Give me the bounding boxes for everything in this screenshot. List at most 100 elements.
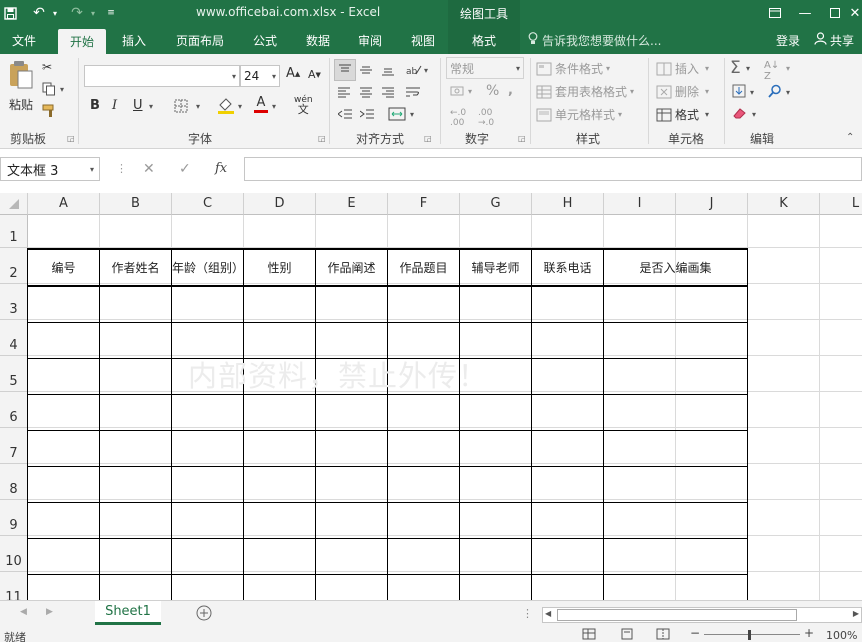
minimize-icon[interactable]: — — [790, 0, 820, 26]
table-cell[interactable] — [387, 537, 460, 575]
table-header-cell[interactable]: 编号 — [27, 248, 100, 287]
alignment-launcher-icon[interactable]: ◲ — [424, 134, 432, 143]
redo-icon[interactable]: ↷ — [66, 0, 88, 26]
table-cell[interactable] — [459, 393, 532, 431]
row-header[interactable]: 6 — [0, 392, 28, 428]
table-cell[interactable] — [27, 573, 100, 600]
merge-dropdown-icon[interactable]: ▾ — [410, 110, 414, 119]
table-cell[interactable] — [99, 321, 172, 359]
table-cell[interactable] — [603, 429, 748, 467]
merge-center-icon[interactable] — [388, 107, 406, 121]
column-header[interactable]: A — [28, 193, 100, 215]
table-cell[interactable] — [531, 537, 604, 575]
fill-color-icon[interactable] — [217, 97, 235, 114]
table-cell[interactable] — [27, 321, 100, 359]
split-handle-icon[interactable]: ⋮ — [522, 607, 533, 620]
row-header[interactable]: 7 — [0, 428, 28, 464]
increase-decimal-icon[interactable]: ←.0.00 — [450, 108, 466, 128]
row-header[interactable]: 3 — [0, 284, 28, 320]
font-name-select[interactable]: ▾ — [84, 65, 240, 87]
row-header[interactable]: 1 — [0, 215, 28, 248]
column-header[interactable]: E — [316, 193, 388, 215]
table-header-cell[interactable]: 年龄（组别） — [171, 248, 244, 287]
zoom-slider[interactable] — [704, 634, 800, 635]
number-launcher-icon[interactable]: ◲ — [518, 134, 526, 143]
table-cell[interactable] — [603, 465, 748, 503]
page-break-view-icon[interactable] — [656, 628, 670, 642]
tab-file[interactable]: 文件 — [4, 26, 44, 54]
tab-view[interactable]: 视图 — [403, 26, 443, 54]
currency-icon[interactable] — [450, 84, 466, 98]
table-cell[interactable] — [243, 501, 316, 539]
table-cell[interactable] — [459, 465, 532, 503]
table-cell[interactable] — [27, 393, 100, 431]
enter-icon[interactable]: ✓ — [179, 161, 191, 177]
column-header[interactable]: K — [748, 193, 820, 215]
increase-indent-icon[interactable] — [360, 108, 374, 120]
format-as-table-button[interactable]: 套用表格格式 ▾ — [536, 83, 634, 100]
table-cell[interactable] — [99, 285, 172, 323]
table-cell[interactable] — [99, 465, 172, 503]
table-cell[interactable] — [171, 393, 244, 431]
table-header-cell[interactable]: 性别 — [243, 248, 316, 287]
borders-icon[interactable] — [174, 99, 188, 113]
table-cell[interactable] — [459, 537, 532, 575]
align-bottom-icon[interactable] — [382, 64, 394, 76]
copy-icon[interactable] — [42, 82, 56, 96]
table-cell[interactable] — [171, 429, 244, 467]
customize-toolbar-icon[interactable]: ≡ — [104, 0, 118, 26]
table-cell[interactable] — [99, 393, 172, 431]
table-cell[interactable] — [603, 357, 748, 395]
underline-button[interactable]: U — [133, 98, 143, 113]
row-header[interactable]: 2 — [0, 248, 28, 284]
table-header-cell[interactable]: 辅导老师 — [459, 248, 532, 287]
currency-dropdown-icon[interactable]: ▾ — [468, 87, 472, 96]
undo-dropdown-icon[interactable]: ▾ — [50, 0, 60, 26]
row-header[interactable]: 11 — [0, 572, 28, 600]
tab-format[interactable]: 格式 — [448, 26, 520, 54]
font-size-select[interactable]: 24 ▾ — [240, 65, 280, 87]
zoom-in-icon[interactable]: + — [804, 626, 814, 640]
table-header-cell[interactable]: 联系电话 — [531, 248, 604, 287]
cut-icon[interactable]: ✂ — [42, 60, 52, 74]
table-cell[interactable] — [387, 429, 460, 467]
horizontal-scrollbar[interactable]: ◀ ▶ — [542, 607, 862, 623]
table-cell[interactable] — [387, 573, 460, 600]
table-cell[interactable] — [531, 573, 604, 600]
decrease-indent-icon[interactable] — [338, 108, 352, 120]
table-header-cell[interactable]: 作品题目 — [387, 248, 460, 287]
align-middle-icon[interactable] — [360, 64, 372, 76]
table-header-cell[interactable]: 作品阐述 — [315, 248, 388, 287]
table-cell[interactable] — [99, 357, 172, 395]
table-cell[interactable] — [531, 357, 604, 395]
table-cell[interactable] — [531, 285, 604, 323]
column-header[interactable]: B — [100, 193, 172, 215]
table-cell[interactable] — [531, 429, 604, 467]
table-cell[interactable] — [243, 285, 316, 323]
table-cell[interactable] — [99, 429, 172, 467]
scroll-left-icon[interactable]: ◀ — [545, 609, 551, 618]
table-cell[interactable] — [171, 285, 244, 323]
sheet-prev-icon[interactable]: ◀ — [20, 607, 27, 617]
find-dropdown-icon[interactable]: ▾ — [786, 88, 790, 97]
table-header-cell[interactable]: 作者姓名 — [99, 248, 172, 287]
format-painter-icon[interactable] — [42, 104, 58, 118]
login-link[interactable]: 登录 — [776, 26, 800, 54]
sheet-next-icon[interactable]: ▶ — [46, 607, 53, 617]
table-cell[interactable] — [315, 465, 388, 503]
table-cell[interactable] — [603, 501, 748, 539]
name-box[interactable]: 文本框 3 ▾ — [0, 157, 100, 181]
sort-dropdown-icon[interactable]: ▾ — [786, 64, 790, 73]
table-cell[interactable] — [27, 429, 100, 467]
row-header[interactable]: 8 — [0, 464, 28, 500]
align-right-icon[interactable] — [382, 86, 394, 98]
formula-input[interactable] — [244, 157, 862, 181]
column-header[interactable]: J — [676, 193, 748, 215]
orientation-dropdown-icon[interactable]: ▾ — [424, 66, 428, 75]
decrease-font-icon[interactable]: A ▼ — [308, 68, 321, 81]
zoom-level[interactable]: 100% — [826, 629, 857, 642]
table-cell[interactable] — [99, 501, 172, 539]
table-cell[interactable] — [27, 465, 100, 503]
row-header[interactable]: 10 — [0, 536, 28, 572]
font-color-icon[interactable]: A — [254, 96, 268, 113]
